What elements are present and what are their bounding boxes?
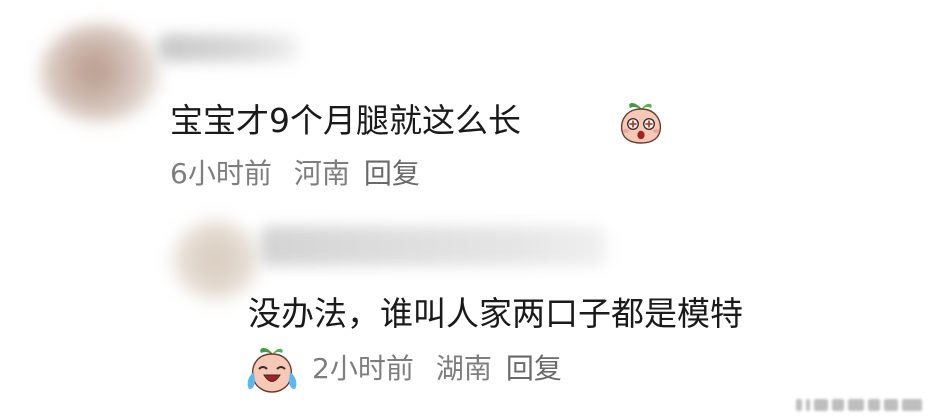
surprised-radish-emoji-icon: [620, 103, 662, 144]
comment-region: 湖南: [435, 352, 492, 385]
reply-button[interactable]: 回复: [506, 352, 562, 386]
comment-region: 河南: [293, 157, 350, 190]
watermark: [796, 395, 924, 415]
username-blurred[interactable]: [158, 34, 298, 62]
comment-time: 6小时前: [170, 157, 272, 190]
avatar[interactable]: [172, 220, 260, 300]
comment-text: 宝宝才9个月腿就这么长: [170, 101, 521, 140]
comment-meta: 6小时前 河南 回复: [170, 157, 420, 191]
username-blurred[interactable]: [260, 226, 606, 266]
reply-button[interactable]: 回复: [364, 157, 420, 191]
comment-time: 2小时前: [312, 352, 414, 385]
avatar[interactable]: [40, 24, 160, 122]
comment-text: 没办法，谁叫人家两口子都是模特: [248, 294, 743, 333]
comment-meta: 2小时前 湖南 回复: [312, 352, 562, 386]
laugh-cry-radish-emoji-icon: [247, 348, 297, 393]
